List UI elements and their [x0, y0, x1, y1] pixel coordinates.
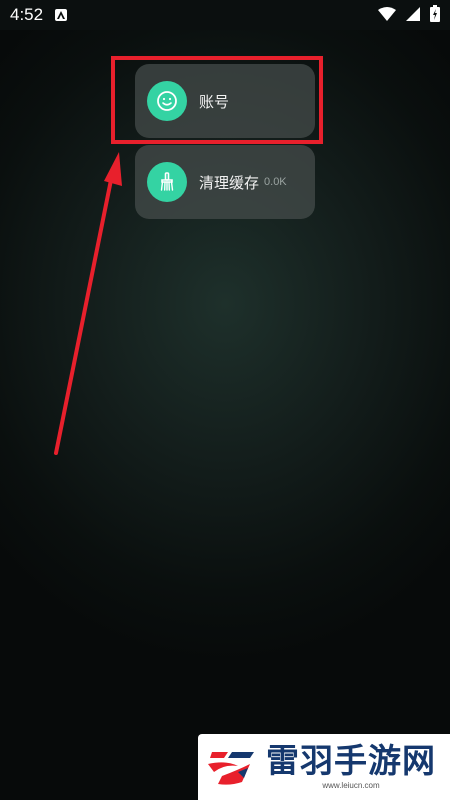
annotation-arrow — [54, 152, 122, 455]
watermark-url: www.leiucn.com — [322, 781, 380, 790]
watermark-title: 雷羽手游网 — [266, 741, 436, 780]
site-logo-icon — [208, 752, 254, 785]
site-watermark: 雷羽手游网 www.leiucn.com — [198, 734, 450, 800]
